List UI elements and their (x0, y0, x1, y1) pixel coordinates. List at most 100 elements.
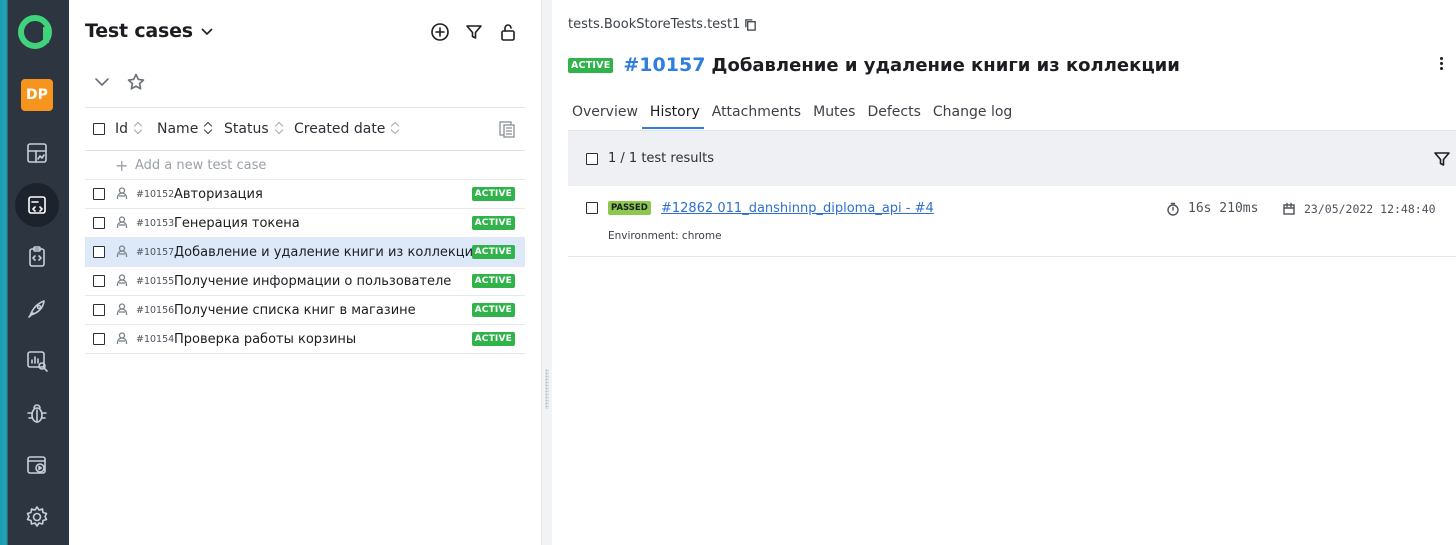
environment-label: Environment: chrome (608, 230, 722, 242)
add-test-case-row[interactable]: + Add a new test case (85, 151, 525, 180)
calendar-icon (1283, 202, 1295, 215)
collapse-button[interactable] (90, 70, 114, 94)
row-checkbox[interactable] (93, 246, 105, 258)
row-name: Добавление и удаление книги из коллекции (174, 245, 482, 260)
tab-defects[interactable]: Defects (863, 100, 928, 129)
manual-test-icon (115, 186, 129, 200)
status-badge: ACTIVE (471, 303, 515, 317)
table-header: Id Name Status Created date (85, 107, 525, 151)
allure-logo-icon[interactable] (16, 13, 54, 51)
manual-test-icon (115, 302, 129, 316)
row-checkbox[interactable] (93, 188, 105, 200)
sidebar-item-defects[interactable] (15, 391, 59, 435)
unlock-icon (501, 24, 515, 41)
tab-change-log[interactable]: Change log (929, 100, 1020, 129)
manual-test-icon (115, 215, 129, 229)
more-menu-icon[interactable] (1440, 57, 1444, 73)
row-checkbox[interactable] (93, 333, 105, 345)
sidebar-item-test-plans[interactable] (15, 235, 59, 279)
jobs-icon (27, 456, 46, 474)
settings-icon (26, 506, 48, 527)
detail-header: ACTIVE #10157 Добавление и удаление книг… (568, 54, 1180, 76)
avatar[interactable]: DP (21, 79, 53, 111)
table-row[interactable]: #10157 Добавление и удаление книги из кол… (85, 238, 525, 267)
column-name[interactable]: Name (157, 121, 212, 137)
results-toolbar: 1 / 1 test results (568, 130, 1456, 186)
column-id[interactable]: Id (115, 121, 142, 137)
manual-test-icon (115, 244, 129, 258)
passed-badge: PASSED (608, 201, 651, 215)
tab-overview[interactable]: Overview (568, 100, 646, 129)
column-created-date[interactable]: Created date (294, 121, 399, 137)
row-name: Получение списка книг в магазине (174, 303, 416, 318)
duration: 16s 210ms (1166, 201, 1258, 216)
status-badge: ACTIVE (471, 245, 515, 259)
defects-icon (27, 404, 47, 423)
row-checkbox[interactable] (93, 304, 105, 316)
row-id: #10157 (136, 247, 175, 258)
filter-button[interactable] (462, 20, 486, 44)
column-status[interactable]: Status (224, 121, 283, 137)
duration-value: 16s 210ms (1188, 201, 1259, 216)
status-badge: ACTIVE (471, 187, 515, 201)
result-checkbox[interactable] (586, 202, 598, 214)
status-badge: ACTIVE (471, 274, 515, 288)
filter-icon (466, 25, 482, 39)
detail-tabs: Overview History Attachments Mutes Defects Ch… (568, 100, 1020, 129)
drag-handle-icon[interactable] (545, 369, 549, 409)
unlock-button[interactable] (496, 20, 520, 44)
table-row[interactable]: #10154 Проверка работы корзины ACTIVE (85, 325, 525, 354)
launch-link[interactable]: #12862 011_danshinnp_diploma_api - #4 (661, 201, 934, 216)
panel-splitter[interactable] (541, 0, 552, 545)
row-name: Авторизация (174, 187, 263, 202)
sidebar-item-launches[interactable] (15, 287, 59, 331)
column-settings-button[interactable] (497, 119, 517, 143)
test-path: tests.BookStoreTests.test1 (568, 17, 757, 32)
sidebar-item-test-cases[interactable] (15, 183, 59, 227)
row-checkbox[interactable] (93, 217, 105, 229)
chevron-down-icon (95, 78, 109, 86)
date-value: 23/05/2022 12:48:40 (1304, 202, 1436, 216)
row-id: #10156 (136, 305, 175, 316)
row-id: #10154 (136, 334, 175, 345)
table-row[interactable]: #10153 Генерация токена ACTIVE (85, 209, 525, 238)
sidebar-item-jobs[interactable] (15, 443, 59, 487)
row-id: #10152 (136, 189, 175, 200)
row-name: Получение информации о пользователе (174, 274, 452, 289)
select-all-results-checkbox[interactable] (586, 153, 598, 165)
row-id: #10153 (136, 218, 175, 229)
test-result-row[interactable]: PASSED #12862 011_danshinnp_diploma_api … (568, 186, 1456, 257)
add-test-case-button[interactable] (428, 20, 452, 44)
sidebar-item-settings[interactable] (15, 495, 59, 539)
tab-attachments[interactable]: Attachments (708, 100, 809, 129)
results-count: 1 / 1 test results (608, 151, 714, 166)
launches-icon (28, 300, 45, 318)
result-date: 23/05/2022 12:48:40 (1282, 202, 1436, 216)
tab-mutes[interactable]: Mutes (809, 100, 863, 129)
table-row[interactable]: #10156 Получение списка книг в магазине AC… (85, 296, 525, 325)
table-row[interactable]: #10155 Получение информации о пользовател… (85, 267, 525, 296)
table-row[interactable]: #10152 Авторизация ACTIVE (85, 180, 525, 209)
manual-test-icon (115, 331, 129, 345)
status-badge: ACTIVE (471, 216, 515, 230)
plus-icon: + (115, 156, 129, 175)
stopwatch-icon (1167, 202, 1179, 216)
test-path-label: tests.BookStoreTests.test1 (568, 17, 741, 32)
favorites-button[interactable] (124, 70, 148, 94)
test-cases-title[interactable]: Test cases (85, 20, 215, 42)
row-name: Проверка работы корзины (174, 332, 357, 347)
columns-icon (499, 121, 515, 138)
dashboard-icon (27, 143, 47, 163)
test-cases-icon (28, 196, 46, 214)
sort-icon (134, 122, 142, 134)
sidebar-item-dashboards[interactable] (15, 131, 59, 175)
row-id: #10155 (136, 276, 175, 287)
results-filter-button[interactable] (1432, 149, 1452, 173)
sidebar-item-analytics[interactable] (15, 339, 59, 383)
copy-icon[interactable] (744, 18, 757, 31)
row-checkbox[interactable] (93, 275, 105, 287)
analytics-icon (27, 351, 48, 372)
app-sidebar: DP (0, 0, 69, 545)
tab-history[interactable]: History (641, 100, 708, 129)
select-all-checkbox[interactable] (93, 123, 105, 135)
